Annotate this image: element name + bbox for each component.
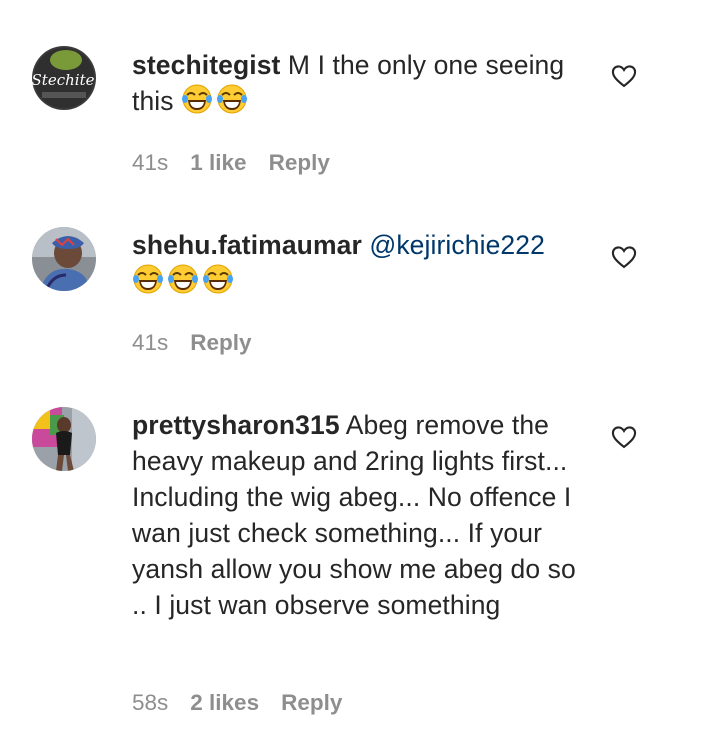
like-heart-icon[interactable] <box>610 243 638 271</box>
face-with-tears-of-joy-icon <box>216 83 248 115</box>
user-mention-link[interactable]: @kejirichie222 <box>369 230 545 260</box>
comment-body: shehu.fatimaumar @kejirichie222 <box>132 227 587 299</box>
like-count[interactable]: 1 like <box>190 150 246 175</box>
like-heart-icon[interactable] <box>610 62 638 90</box>
comment-meta: 41s Reply <box>132 330 274 356</box>
reply-button[interactable]: Reply <box>269 150 330 175</box>
comment-time: 41s <box>132 150 169 175</box>
comment-meta: 41s 1 like Reply <box>132 150 352 176</box>
avatar[interactable] <box>32 227 96 291</box>
face-with-tears-of-joy-icon <box>181 83 213 115</box>
reply-button[interactable]: Reply <box>281 690 342 715</box>
reply-button[interactable]: Reply <box>190 330 251 355</box>
comment-time: 58s <box>132 690 169 715</box>
comment-username[interactable]: prettysharon315 <box>132 410 340 440</box>
comment-username[interactable]: stechitegist <box>132 50 280 80</box>
comment-body: prettysharon315 Abeg remove the heavy ma… <box>132 407 587 623</box>
avatar[interactable] <box>32 407 96 471</box>
comment-body: stechitegist M I the only one seeing thi… <box>132 47 587 119</box>
comment-time: 41s <box>132 330 169 355</box>
comment-username[interactable]: shehu.fatimaumar <box>132 230 362 260</box>
face-with-tears-of-joy-icon <box>202 263 234 295</box>
face-with-tears-of-joy-icon <box>132 263 164 295</box>
avatar[interactable]: Stechite <box>32 46 96 110</box>
like-count[interactable]: 2 likes <box>190 690 259 715</box>
svg-text:Stechite: Stechite <box>32 71 95 89</box>
comment-text: Abeg remove the heavy makeup and 2ring l… <box>132 410 576 620</box>
like-heart-icon[interactable] <box>610 423 638 451</box>
comment-meta: 58s 2 likes Reply <box>132 690 364 716</box>
face-with-tears-of-joy-icon <box>167 263 199 295</box>
